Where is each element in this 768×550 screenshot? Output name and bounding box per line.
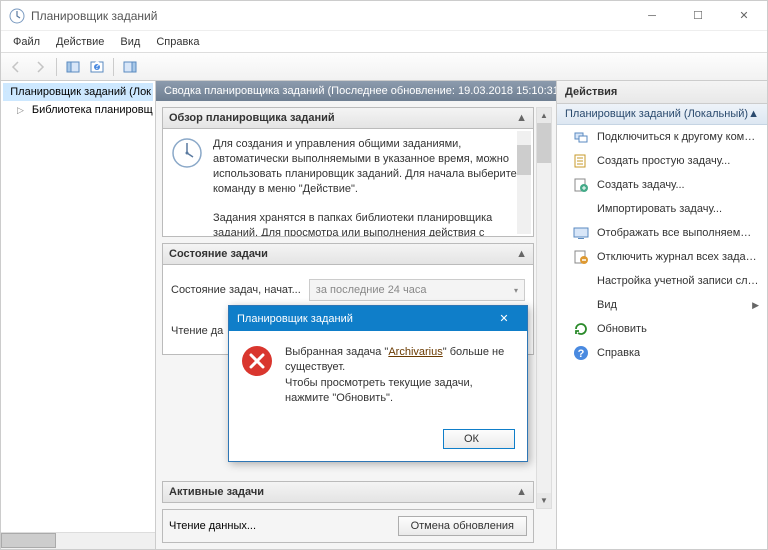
toolbar-separator [56, 58, 57, 76]
refresh-icon [573, 321, 589, 337]
dialog-ok-button[interactable]: ОК [443, 429, 515, 449]
menu-help[interactable]: Справка [148, 34, 207, 50]
action-item-view[interactable]: Вид ▶ [557, 293, 767, 317]
status-label: Состояние задач, начат... [171, 284, 301, 296]
titlebar[interactable]: Планировщик заданий ─ ☐ ✕ [1, 1, 767, 31]
error-icon [241, 345, 273, 377]
action-item-label: Вид [597, 299, 617, 311]
chevron-down-icon: ▾ [514, 286, 518, 295]
task-name-link: Archivarius [388, 346, 442, 358]
horizontal-scrollbar[interactable] [1, 532, 155, 549]
action-item-label: Импортировать задачу... [597, 203, 722, 215]
action-item-account[interactable]: Настройка учетной записи служ... [557, 269, 767, 293]
actions-pane-title: Действия [557, 81, 767, 104]
close-button[interactable]: ✕ [721, 1, 767, 31]
action-item-label: Отключить журнал всех заданий [597, 251, 759, 263]
display-icon [573, 225, 589, 241]
cancel-refresh-button[interactable]: Отмена обновления [398, 516, 527, 536]
window-title: Планировщик заданий [31, 9, 629, 23]
action-item-label: Настройка учетной записи служ... [597, 275, 759, 287]
overview-p1: Для создания и управления общими задания… [213, 137, 525, 196]
dialog-title-text: Планировщик заданий [237, 313, 353, 325]
disable-log-icon [573, 249, 589, 265]
collapse-icon[interactable]: ▲ [516, 486, 527, 498]
action-item-label: Создать простую задачу... [597, 155, 730, 167]
action-item-label: Справка [597, 347, 640, 359]
tree-library[interactable]: ▷ Библиотека планировщ [3, 101, 153, 119]
actions-subtitle[interactable]: Планировщик заданий (Локальный) ▲ [557, 104, 767, 125]
clock-icon [5, 84, 6, 100]
overview-section-body: Для создания и управления общими задания… [162, 129, 534, 237]
action-item-connect[interactable]: Подключиться к другому комп... [557, 125, 767, 149]
action-item-display[interactable]: Отображать все выполняемые за... [557, 221, 767, 245]
maximize-button[interactable]: ☐ [675, 1, 721, 31]
help-icon: ? [573, 345, 589, 361]
svg-text:?: ? [94, 60, 100, 72]
dialog-titlebar[interactable]: Планировщик заданий ✕ [229, 306, 527, 331]
tree-root-label: Планировщик заданий (Лок [10, 86, 151, 98]
overview-p2: Задания хранятся в папках библиотеки пла… [213, 211, 525, 237]
overview-title: Обзор планировщика заданий [169, 112, 335, 124]
nav-forward-button [29, 56, 51, 78]
connect-icon [573, 129, 589, 145]
active-section-header[interactable]: Активные задачи ▲ [162, 481, 534, 503]
status-combo-value: за последние 24 часа [316, 284, 427, 296]
menu-file[interactable]: Файл [5, 34, 48, 50]
main-footer: Чтение данных... Отмена обновления [162, 509, 534, 543]
tree-library-label: Библиотека планировщ [32, 104, 153, 116]
section-scrollbar[interactable] [517, 131, 531, 234]
clock-icon [171, 137, 203, 169]
action-item-create-basic[interactable]: Создать простую задачу... [557, 149, 767, 173]
create-icon [573, 177, 589, 193]
error-dialog: Планировщик заданий ✕ Выбранная задача "… [228, 305, 528, 462]
toolbar-separator [113, 58, 114, 76]
import-icon [573, 201, 589, 217]
toolbar: ? [1, 53, 767, 81]
menu-action[interactable]: Действие [48, 34, 112, 50]
collapse-icon[interactable]: ▲ [516, 112, 527, 124]
view-icon [573, 297, 589, 313]
action-item-import[interactable]: Импортировать задачу... [557, 197, 767, 221]
menubar: Файл Действие Вид Справка [1, 31, 767, 53]
toolbar-show-hide-tree[interactable] [62, 56, 84, 78]
status-section-header[interactable]: Состояние задачи ▲ [162, 243, 534, 265]
action-item-create[interactable]: Создать задачу... [557, 173, 767, 197]
overview-section-header[interactable]: Обзор планировщика заданий ▲ [162, 107, 534, 129]
summary-header: Сводка планировщика заданий (Последнее о… [156, 81, 556, 101]
svg-text:?: ? [578, 348, 585, 360]
action-item-help[interactable]: ? Справка [557, 341, 767, 365]
tree-root[interactable]: Планировщик заданий (Лок [3, 83, 153, 101]
action-item-label: Отображать все выполняемые за... [597, 227, 759, 239]
expand-icon[interactable]: ▷ [17, 105, 24, 116]
menu-view[interactable]: Вид [112, 34, 148, 50]
actions-pane: Действия Планировщик заданий (Локальный)… [557, 81, 767, 549]
footer-reading: Чтение данных... [169, 520, 256, 532]
action-item-refresh[interactable]: Обновить [557, 317, 767, 341]
action-item-disable-log[interactable]: Отключить журнал всех заданий [557, 245, 767, 269]
collapse-icon[interactable]: ▲ [516, 248, 527, 260]
vertical-scrollbar[interactable]: ▲▼ [536, 107, 552, 509]
clock-icon [9, 8, 25, 24]
account-icon [573, 273, 589, 289]
action-item-label: Создать задачу... [597, 179, 685, 191]
dialog-close-button[interactable]: ✕ [489, 312, 519, 325]
status-title: Состояние задачи [169, 248, 268, 260]
create-basic-icon [573, 153, 589, 169]
collapse-icon[interactable]: ▲ [748, 108, 759, 120]
toolbar-show-hide-actions[interactable] [119, 56, 141, 78]
toolbar-help[interactable]: ? [86, 56, 108, 78]
minimize-button[interactable]: ─ [629, 1, 675, 31]
action-item-label: Обновить [597, 323, 647, 335]
task-scheduler-window: Планировщик заданий ─ ☐ ✕ Файл Действие … [0, 0, 768, 550]
active-title: Активные задачи [169, 486, 264, 498]
nav-back-button [5, 56, 27, 78]
status-period-combo[interactable]: за последние 24 часа ▾ [309, 279, 525, 301]
tree-pane: Планировщик заданий (Лок ▷ Библиотека пл… [1, 81, 156, 549]
actions-subtitle-label: Планировщик заданий (Локальный) [565, 108, 748, 120]
actions-list: Подключиться к другому комп... Создать пр… [557, 125, 767, 549]
dialog-message: Выбранная задача "Archivarius" больше не… [285, 345, 515, 407]
action-item-label: Подключиться к другому комп... [597, 131, 759, 143]
submenu-arrow-icon: ▶ [752, 300, 759, 311]
